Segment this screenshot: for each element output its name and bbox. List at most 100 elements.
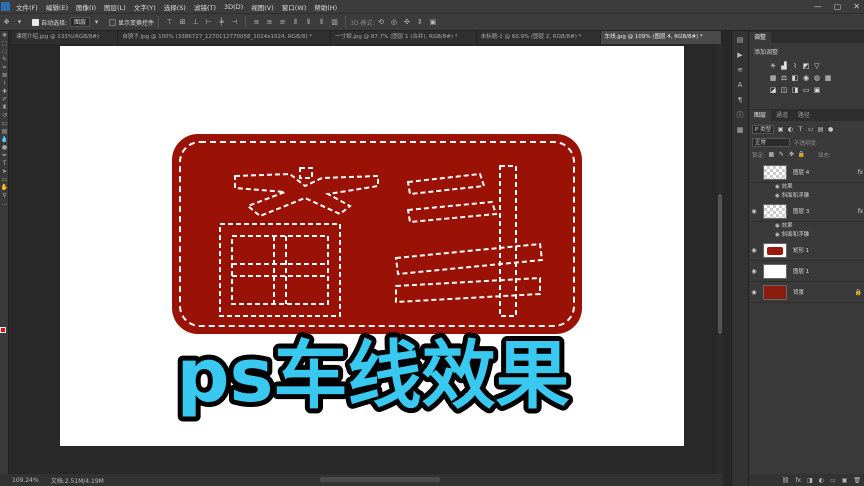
path-select-tool-icon[interactable]: ➤: [0, 168, 9, 175]
selective-color-icon[interactable]: ▣: [813, 86, 821, 94]
doc-tab[interactable]: 一寸相.jpg @ 87.7% (图层 1 (合并), RGB/8#) *: [331, 31, 477, 44]
lock-all-icon[interactable]: 🔒: [798, 151, 805, 158]
eye-icon[interactable]: ◉: [749, 208, 759, 215]
scroll-thumb[interactable]: [718, 194, 722, 334]
photo-filter-icon[interactable]: ◉: [802, 74, 810, 82]
effect-bevel-emboss[interactable]: ◉ 斜面和浮雕: [749, 192, 864, 201]
auto-align-icon[interactable]: ▥: [329, 18, 340, 27]
layer-row[interactable]: 图层 4 fx: [749, 162, 864, 183]
lock-pixels-icon[interactable]: ▦: [768, 151, 775, 158]
horizontal-scrollbar[interactable]: [320, 477, 440, 482]
menu-help[interactable]: 帮助(H): [310, 2, 341, 12]
layer-name[interactable]: 图层 4: [793, 168, 809, 176]
gradient-tool-icon[interactable]: ▤: [0, 128, 9, 135]
doc-tab[interactable]: 自颁子.jpg @ 100% (3386727_1270112770058_10…: [118, 31, 332, 44]
menu-type[interactable]: 文字(Y): [130, 2, 160, 12]
filter-smart-icon[interactable]: ▤: [817, 126, 824, 133]
filter-pixel-icon[interactable]: ▣: [777, 126, 784, 133]
vertical-scrollbar[interactable]: [717, 44, 723, 474]
brush-tool-icon[interactable]: ✐: [0, 96, 9, 103]
levels-icon[interactable]: ▟: [780, 62, 788, 70]
align-right-icon[interactable]: ⊣: [229, 18, 240, 27]
group-icon[interactable]: ▭: [830, 477, 836, 484]
layer-row[interactable]: ◉ 图层 1: [749, 261, 864, 282]
channel-mixer-icon[interactable]: ◍: [813, 74, 821, 82]
new-layer-icon[interactable]: ▣: [842, 477, 848, 484]
fx-icon[interactable]: fx: [857, 169, 863, 176]
hue-saturation-icon[interactable]: ▦: [769, 74, 777, 82]
brightness-icon[interactable]: ☀: [769, 62, 777, 70]
layer-kind-filter[interactable]: P 类型: [752, 124, 775, 134]
curves-icon[interactable]: ⌇: [791, 62, 799, 70]
eye-icon[interactable]: ◉: [749, 268, 759, 275]
layer-row[interactable]: ◉ 图层 3 fx: [749, 201, 864, 222]
glyph-icon[interactable]: A: [734, 79, 746, 91]
filter-type-icon[interactable]: T: [797, 126, 804, 133]
eyedropper-tool-icon[interactable]: ⌇: [0, 80, 9, 87]
posterize-icon[interactable]: ◫: [780, 86, 788, 94]
marquee-tool-icon[interactable]: ⬚: [0, 40, 9, 47]
fx-icon[interactable]: fx: [857, 208, 863, 215]
menu-filter[interactable]: 滤镜(T): [190, 2, 220, 12]
document-canvas[interactable]: 奋斗 ps车线效果: [60, 46, 684, 446]
3d-slide-icon[interactable]: ⇕: [414, 18, 425, 27]
lasso-tool-icon[interactable]: ◌: [0, 48, 9, 55]
tab-channels[interactable]: 通道: [771, 110, 793, 121]
close-button[interactable]: ✕: [853, 2, 860, 11]
healing-tool-icon[interactable]: ✚: [0, 88, 9, 95]
menu-view[interactable]: 视图(V): [247, 2, 278, 12]
color-balance-icon[interactable]: ⚖: [780, 74, 788, 82]
distribute-left-icon[interactable]: ⦀: [290, 18, 301, 27]
canvas-workspace[interactable]: 奋斗 ps车线效果: [12, 44, 717, 474]
layer-name[interactable]: 图层 3: [793, 207, 809, 215]
filter-shape-icon[interactable]: ▭: [807, 126, 814, 133]
info-icon[interactable]: ⓘ: [734, 109, 746, 121]
filter-toggle-icon[interactable]: ●: [827, 126, 834, 133]
color-lookup-icon[interactable]: ▦: [824, 74, 832, 82]
auto-select-checkbox[interactable]: [32, 18, 39, 26]
crop-tool-icon[interactable]: ⌗: [0, 64, 9, 71]
type-tool-icon[interactable]: T: [0, 160, 9, 167]
tab-adjustments[interactable]: 调整: [749, 32, 772, 43]
quick-select-tool-icon[interactable]: ✎: [0, 56, 9, 63]
align-middle-icon[interactable]: ⊞: [177, 18, 188, 27]
effect-bevel-emboss[interactable]: ◉ 斜面和浮雕: [749, 231, 864, 240]
fx-menu-icon[interactable]: fx: [795, 477, 801, 484]
blend-mode-dropdown[interactable]: 正常: [752, 138, 790, 147]
distribute-middle-icon[interactable]: ≡: [264, 18, 275, 27]
link-icon[interactable]: ⛓: [782, 477, 790, 484]
chevron-down-icon[interactable]: ▾: [14, 18, 25, 27]
tab-layers[interactable]: 图层: [749, 110, 772, 121]
paragraph-icon[interactable]: ¶: [734, 94, 746, 106]
history-icon[interactable]: ▤: [734, 34, 746, 46]
distribute-right-icon[interactable]: ⦀: [316, 18, 327, 27]
maximize-button[interactable]: ▢: [834, 2, 842, 11]
tab-paths[interactable]: 路径: [793, 110, 815, 121]
stamp-tool-icon[interactable]: ♜: [0, 104, 9, 111]
distribute-top-icon[interactable]: ≡: [251, 18, 262, 27]
trash-icon[interactable]: 🗑: [853, 477, 861, 484]
auto-select-dropdown[interactable]: 图层: [70, 17, 91, 27]
move-tool-icon[interactable]: ✥: [0, 32, 9, 39]
menu-window[interactable]: 窗口(W): [278, 2, 311, 12]
transform-controls-checkbox[interactable]: [109, 18, 117, 26]
shape-tool-icon[interactable]: ▭: [0, 176, 9, 183]
lock-paint-icon[interactable]: ✎: [778, 151, 785, 158]
move-tool-icon[interactable]: ✥: [1, 18, 12, 27]
blur-tool-icon[interactable]: 💧: [0, 136, 9, 143]
vibrance-icon[interactable]: ▽: [813, 62, 821, 70]
menu-3d[interactable]: 3D(D): [220, 3, 247, 11]
exposure-icon[interactable]: ◩: [802, 62, 810, 70]
zoom-level[interactable]: 109.24%: [12, 477, 39, 484]
threshold-icon[interactable]: ◨: [791, 86, 799, 94]
menu-layer[interactable]: 图层(L): [100, 2, 130, 12]
eye-icon[interactable]: ◉: [749, 247, 759, 254]
layer-row[interactable]: ◉ 矩形 1: [749, 240, 864, 261]
align-bottom-icon[interactable]: ⊥: [190, 18, 201, 27]
doc-tab[interactable]: 未标题-1 @ 60.9% (图层 2, RGB/8#) *: [477, 31, 601, 44]
align-top-icon[interactable]: ⊤: [164, 18, 175, 27]
3d-roll-icon[interactable]: ◎: [388, 18, 399, 27]
eye-icon[interactable]: ◉: [749, 289, 759, 296]
more-tools-icon[interactable]: …: [0, 200, 9, 207]
dodge-tool-icon[interactable]: ●: [0, 144, 9, 151]
